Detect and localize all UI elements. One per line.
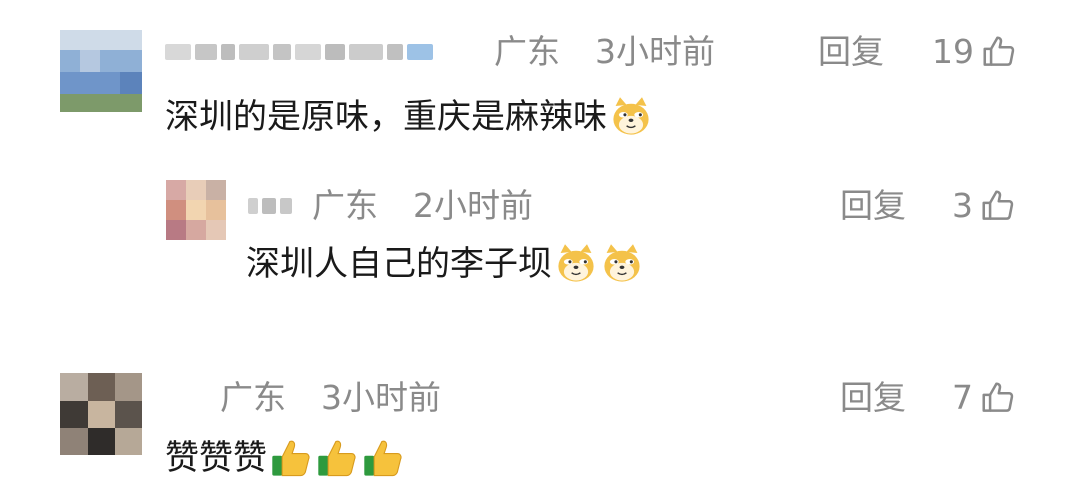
doge-emoji	[558, 244, 594, 282]
like-count: 19	[932, 32, 974, 71]
comment-meta: 广东 3小时前	[494, 32, 715, 72]
like-button[interactable]: 7	[952, 378, 1017, 418]
comment-text: 赞赞赞	[165, 438, 267, 478]
location: 广东	[220, 378, 286, 417]
thumbs-up-emoji	[318, 440, 356, 477]
avatar[interactable]	[60, 30, 142, 112]
thumbs-up-icon	[982, 382, 1014, 412]
location: 广东	[312, 186, 378, 225]
thumbs-up-icon	[983, 36, 1015, 66]
timestamp: 3小时前	[321, 378, 441, 417]
like-count: 7	[952, 378, 973, 417]
thumbs-up-emoji	[272, 440, 310, 477]
comment-meta: 广东 3小时前	[220, 378, 441, 418]
avatar[interactable]	[166, 180, 226, 240]
reply-button[interactable]: 回复	[840, 186, 906, 226]
doge-emoji	[613, 97, 649, 135]
comment-text-row: 深圳人自己的李子坝	[246, 242, 644, 286]
like-button[interactable]: 19	[932, 32, 1018, 72]
timestamp: 2小时前	[413, 186, 533, 225]
reply-button[interactable]: 回复	[818, 32, 884, 72]
thumbs-up-icon	[982, 190, 1014, 220]
timestamp: 3小时前	[595, 32, 715, 71]
doge-emoji	[604, 244, 640, 282]
username-redacted[interactable]	[165, 32, 433, 72]
comment-text-row: 深圳的是原味，重庆是麻辣味	[165, 95, 653, 139]
comment-meta: 广东 2小时前	[312, 186, 533, 226]
location: 广东	[494, 32, 560, 71]
reply-button[interactable]: 回复	[840, 378, 906, 418]
thumbs-up-emoji	[364, 440, 402, 477]
comment-text: 深圳人自己的李子坝	[246, 244, 552, 284]
like-button[interactable]: 3	[952, 186, 1017, 226]
comment-text: 深圳的是原味，重庆是麻辣味	[165, 97, 607, 137]
comment-text-row: 赞赞赞	[165, 436, 405, 480]
like-count: 3	[952, 186, 973, 225]
avatar[interactable]	[60, 373, 142, 455]
username-redacted[interactable]	[248, 186, 292, 226]
